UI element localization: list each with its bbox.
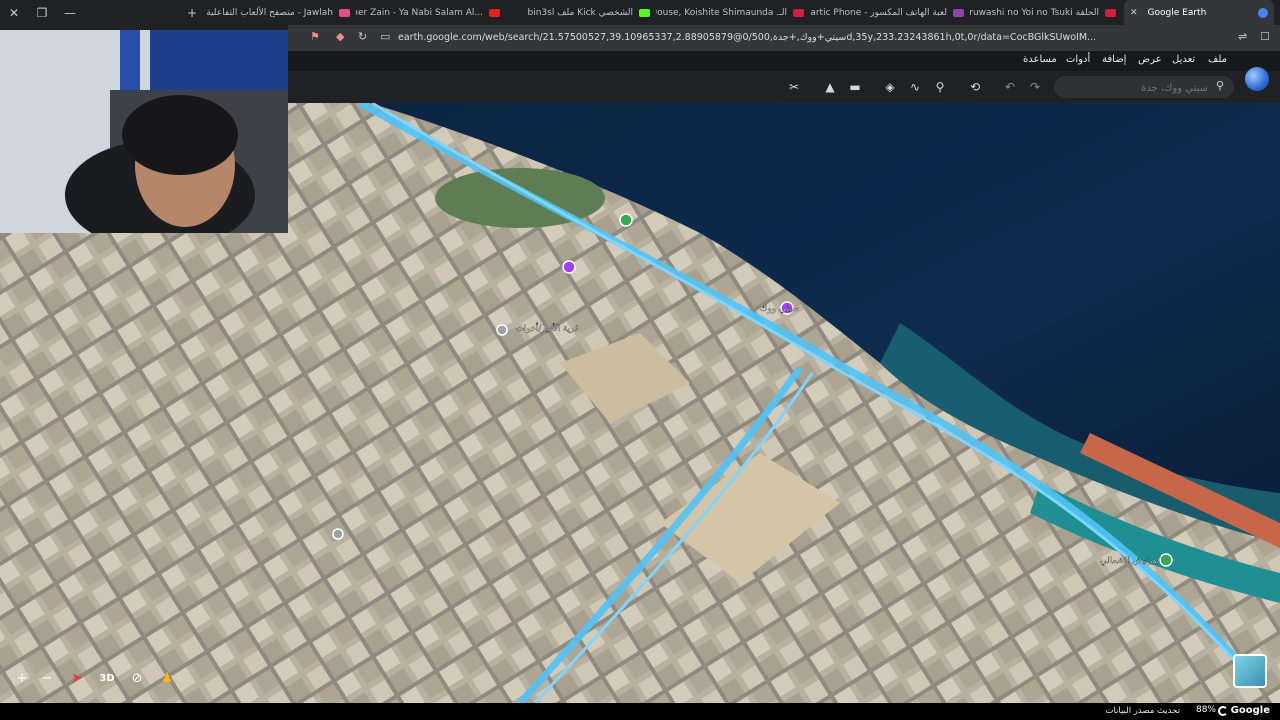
search-icon[interactable]: ⚲ xyxy=(1216,79,1224,92)
earth-globe-logo[interactable] xyxy=(1245,67,1269,91)
browser-tab-strip: ✕ ❐ — + متصفح الألعاب التفاعلية | جولة -… xyxy=(0,0,1280,25)
menu-help[interactable]: مساعدة xyxy=(1023,54,1057,65)
tab-anime-douse[interactable]: انمي Douse, Koishite Shimaunda .الـ xyxy=(656,0,810,25)
image-icon[interactable]: ▲ xyxy=(822,79,838,95)
menu-file[interactable]: ملف xyxy=(1208,54,1227,65)
status-bar: تحديث مصدر البيانات 88% Google xyxy=(0,703,1280,720)
site-info-icon[interactable]: ▭ xyxy=(380,30,390,43)
menu-add[interactable]: إضافة xyxy=(1102,54,1126,65)
poi-marker-grey[interactable] xyxy=(496,324,508,336)
extension-icon[interactable]: ⚑ xyxy=(310,30,320,43)
webcam-overlay xyxy=(0,30,288,233)
share-icon[interactable]: ⇌ xyxy=(1238,30,1247,43)
webcam-feed xyxy=(0,30,288,233)
restore-window-icon[interactable]: ❐ xyxy=(28,0,56,25)
kick-icon xyxy=(639,8,650,17)
tab-jawlah[interactable]: متصفح الألعاب التفاعلية | جولة - Jawlah xyxy=(206,0,356,25)
loading-spinner-icon xyxy=(1218,706,1228,716)
earth-menubar: ملف تعديل عرض إضافة أدوات مساعدة xyxy=(288,51,1280,71)
tab-google-earth[interactable]: ✕ Google Earth xyxy=(1124,0,1274,25)
poi-marker-grey[interactable] xyxy=(332,528,344,540)
layers-icon[interactable]: ◈ xyxy=(882,79,898,95)
map-label-city-walk: سيتي ووك xyxy=(760,304,799,314)
tab-label: Gartic Phone - لعبة الهاتف المكسور xyxy=(810,7,947,18)
data-source-text[interactable]: تحديث مصدر البيانات xyxy=(1105,706,1180,716)
placemark-icon[interactable]: ⚲ xyxy=(932,79,948,95)
menu-edit[interactable]: تعديل xyxy=(1172,54,1195,65)
tab-anime-uruwashi[interactable]: انمي Uruwashi no Yoi no Tsuki الحلقة xyxy=(970,0,1122,25)
tab-label: (734) Maher Zain - Ya Nabi Salam Al... xyxy=(356,7,483,18)
close-tab-icon[interactable]: ✕ xyxy=(1130,8,1138,18)
tab-gartic-phone[interactable]: Gartic Phone - لعبة الهاتف المكسور xyxy=(810,0,970,25)
tab-kick[interactable]: bin3sl ملف Kick الشخصي xyxy=(506,0,656,25)
google-earth-icon xyxy=(1258,7,1268,18)
poi-marker-green[interactable] xyxy=(619,213,633,227)
compass-icon[interactable]: ➤ xyxy=(66,668,88,688)
tab-label: انمي Douse, Koishite Shimaunda .الـ xyxy=(656,7,787,18)
minimize-window-icon[interactable]: — xyxy=(56,0,84,25)
zoom-percent: 88% xyxy=(1195,705,1216,715)
youtube-icon xyxy=(489,8,500,17)
undo-icon[interactable]: ↶ xyxy=(1002,79,1018,95)
ruler-icon[interactable]: ▬ xyxy=(847,79,863,95)
anime-site-icon xyxy=(793,8,804,17)
jawlah-icon xyxy=(339,8,350,17)
redo-icon[interactable]: ↷ xyxy=(1027,79,1043,95)
zoom-out-button[interactable]: − xyxy=(36,668,58,688)
google-logo: Google xyxy=(1230,705,1270,716)
tab-label: bin3sl ملف Kick الشخصي xyxy=(527,7,633,18)
url-field[interactable]: earth.google.com/web/search/21.57500527,… xyxy=(398,32,1233,43)
poi-marker-purple[interactable] xyxy=(562,260,576,274)
gartic-icon xyxy=(953,8,964,17)
tab-youtube[interactable]: (734) Maher Zain - Ya Nabi Salam Al... xyxy=(356,0,506,25)
poi-marker-green[interactable] xyxy=(1159,553,1173,567)
bookmark-icon[interactable]: ☐ xyxy=(1260,30,1270,43)
grid-off-icon[interactable]: ✂ xyxy=(786,79,802,95)
search-input[interactable] xyxy=(1066,79,1210,97)
new-tab-icon[interactable]: + xyxy=(178,0,206,25)
earth-toolbar: ✂ ▲ ▬ ◈ ∿ ⚲ ⟲ ↶ ↷ ⚲ xyxy=(288,67,1280,103)
tab-label: انمي Uruwashi no Yoi no Tsuki الحلقة xyxy=(970,7,1099,18)
path-icon[interactable]: ∿ xyxy=(907,79,923,95)
anime-site-icon xyxy=(1105,8,1116,17)
address-bar-row: ⚑ ◆ ↻ ▭ earth.google.com/web/search/21.5… xyxy=(288,25,1280,51)
street-view-thumbnail[interactable] xyxy=(1233,654,1267,688)
search-box[interactable]: ⚲ xyxy=(1054,76,1234,98)
map-label-corniche: كورنيش الشمالي xyxy=(1100,556,1162,566)
toggle-3d-button[interactable]: 3D xyxy=(96,668,118,688)
tilt-icon[interactable]: ⊘ xyxy=(126,668,148,688)
close-window-icon[interactable]: ✕ xyxy=(0,0,28,25)
zoom-in-button[interactable]: + xyxy=(11,668,33,688)
extension-badge-icon[interactable]: ◆ xyxy=(336,30,344,43)
history-icon[interactable]: ⟲ xyxy=(967,79,983,95)
reload-icon[interactable]: ↻ xyxy=(358,30,367,43)
tab-label: متصفح الألعاب التفاعلية | جولة - Jawlah xyxy=(206,7,333,18)
pegman-icon[interactable]: ♟ xyxy=(156,668,178,688)
menu-tools[interactable]: أدوات xyxy=(1066,54,1090,65)
tab-label: Google Earth xyxy=(1147,7,1207,18)
map-label-village: قرية الأمير/أخوات xyxy=(516,322,579,334)
menu-view[interactable]: عرض xyxy=(1138,54,1162,65)
